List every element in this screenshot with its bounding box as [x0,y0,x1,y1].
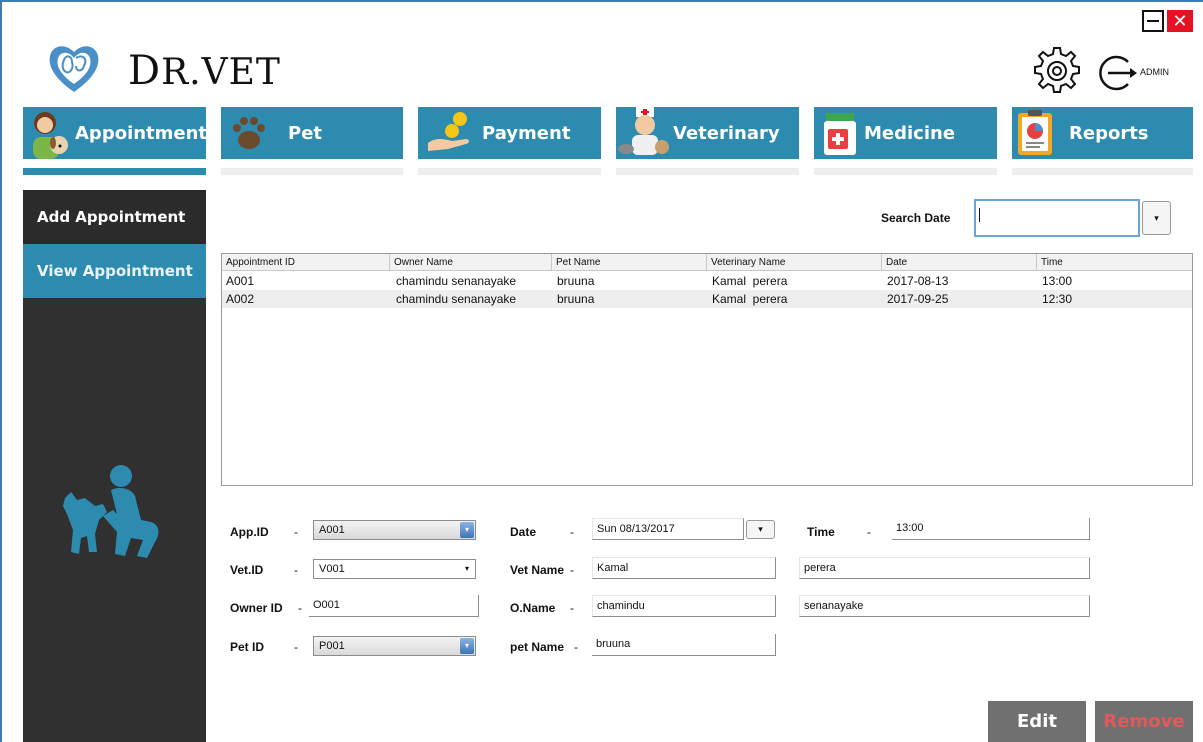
separator: - [570,563,574,577]
cell-owner-name: chamindu senanayake [396,292,517,306]
column-header-owner-name[interactable]: Owner Name [390,254,552,271]
column-header-pet-name[interactable]: Pet Name [552,254,707,271]
tab-appointment[interactable]: Appointment [23,107,208,159]
cell-pet-name: bruuna [557,274,595,288]
tab-payment[interactable]: Payment [418,107,601,159]
app-id-value: A001 [319,524,345,536]
tab-label: Medicine [864,123,956,144]
column-header-appointment-id[interactable]: Appointment ID [222,254,390,271]
app-title: DR.VET [128,48,281,94]
woman-dog-icon [33,112,68,159]
vet-id-value: V001 [319,563,345,575]
search-date-dropdown-button[interactable]: ▾ [1142,201,1171,235]
cell-pet-name: bruuna [557,292,595,306]
time-field[interactable]: 13:00 [892,518,1090,540]
pet-id-select[interactable]: P001 ▾ [313,636,476,656]
separator: - [294,640,298,654]
vet-first-name-field[interactable]: Kamal [592,557,776,579]
medicine-icon [824,113,856,155]
cell-appointment-id: A001 [226,274,255,288]
app-id-select[interactable]: A001 ▾ [313,520,476,540]
tab-indicator [418,168,601,175]
table-row[interactable]: A001 chamindu senanayake bruuna Kamal pe… [222,272,1192,290]
cell-time: 13:00 [1042,274,1073,288]
paw-icon [233,117,265,149]
sidebar-item-add-appointment[interactable]: Add Appointment [23,190,206,244]
tab-indicator [616,168,799,175]
tab-indicator [814,168,997,175]
tab-label: Veterinary [673,123,780,144]
owner-first-name-field[interactable]: chamindu [592,595,776,617]
cell-veterinary-name: Kamal perera [712,292,788,306]
column-header-time[interactable]: Time [1037,254,1192,271]
tab-pet[interactable]: Pet [221,107,403,159]
remove-button[interactable]: Remove [1095,701,1193,742]
pet-id-label: Pet ID [230,640,265,654]
separator: - [574,640,578,654]
tab-reports[interactable]: Reports [1012,107,1193,159]
edit-button[interactable]: Edit [988,701,1086,742]
tab-label: Reports [1069,123,1149,144]
cell-veterinary-name: Kamal perera [712,274,788,288]
logout-icon[interactable] [1096,52,1138,94]
column-header-date[interactable]: Date [882,254,1037,271]
pet-id-value: P001 [319,640,345,652]
vet-last-name-field[interactable]: perera [799,557,1090,579]
sidebar-item-view-appointment[interactable]: View Appointment [23,244,206,298]
tab-label: Pet [288,123,323,144]
separator: - [294,563,298,577]
appointments-table: Appointment ID Owner Name Pet Name Veter… [221,253,1193,486]
owner-id-label: Owner ID [230,601,283,615]
chevron-down-icon: ▾ [460,638,474,654]
cell-owner-name: chamindu senanayake [396,274,517,288]
sidebar: Add Appointment View Appointment [23,190,206,742]
cell-date: 2017-09-25 [887,292,949,306]
pet-name-field[interactable]: bruuna [592,634,776,656]
date-label: Date [510,525,537,539]
cell-time: 12:30 [1042,292,1073,306]
tab-indicator [1012,168,1193,175]
tab-label: Appointment [75,123,208,144]
admin-label: ADMIN [1140,67,1169,77]
search-date-input[interactable] [974,199,1140,237]
date-field[interactable]: Sun 08/13/2017 [592,518,744,540]
owner-last-name-field[interactable]: senanayake [799,595,1090,617]
column-header-veterinary-name[interactable]: Veterinary Name [707,254,882,271]
chevron-down-icon: ▾ [464,564,469,573]
separator: - [570,525,574,539]
tab-medicine[interactable]: Medicine [814,107,997,159]
close-button[interactable]: ✕ [1167,10,1193,32]
app-id-label: App.ID [230,525,269,539]
tab-veterinary[interactable]: Veterinary [616,107,799,159]
separator: - [298,601,302,615]
date-picker-button[interactable]: ▾ [746,520,775,539]
time-label: Time [807,525,835,539]
vet-doctor-icon [618,107,669,155]
owner-name-label: O.Name [510,601,556,615]
report-icon [1018,110,1052,155]
chevron-down-icon: ▾ [460,522,474,538]
owner-id-field[interactable]: O001 [309,595,479,617]
tab-indicator [221,168,403,175]
pet-name-label: pet Name [510,640,565,654]
table-row[interactable]: A002 chamindu senanayake bruuna Kamal pe… [222,290,1192,308]
separator: - [570,601,574,615]
dog-heart-logo [49,46,99,92]
cell-date: 2017-08-13 [887,274,949,288]
minimize-button[interactable] [1142,10,1164,32]
table-header: Appointment ID Owner Name Pet Name Veter… [222,254,1192,271]
vet-id-label: Vet.ID [230,563,264,577]
separator: - [294,525,298,539]
gear-icon[interactable] [1030,44,1084,98]
person-with-dog-icon [63,465,159,558]
cell-appointment-id: A002 [226,292,255,306]
separator: - [867,525,871,539]
search-date-label: Search Date [881,211,951,225]
tab-indicator-active [23,168,206,175]
vet-id-select[interactable]: V001 ▾ [313,559,476,579]
vet-name-label: Vet Name [510,563,565,577]
text-caret [979,208,980,222]
coin-hand-icon [428,112,469,151]
tab-label: Payment [482,123,571,144]
